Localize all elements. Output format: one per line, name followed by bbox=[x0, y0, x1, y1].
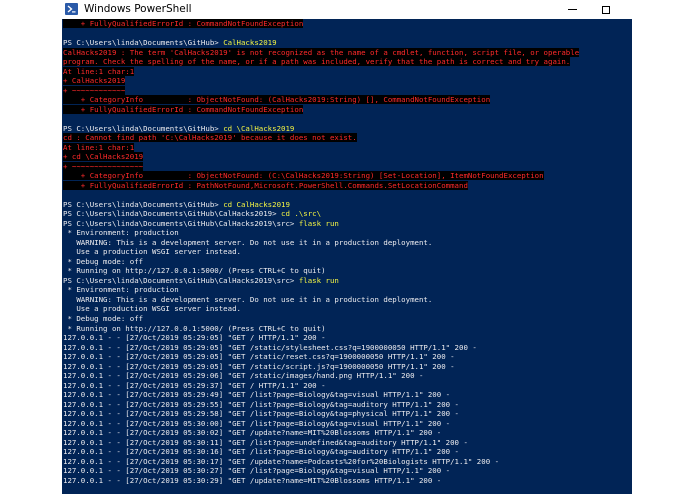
error-text: program. Check the spelling of the name,… bbox=[63, 57, 571, 67]
prompt-path: PS C:\Users\linda\Documents\GitHub\CalHa… bbox=[63, 218, 299, 228]
prompt-line: PS C:\Users\linda\Documents\GitHub\CalHa… bbox=[63, 209, 631, 219]
prompt-line: PS C:\Users\linda\Documents\GitHub> CalH… bbox=[63, 38, 631, 48]
error-line: + CategoryInfo : ObjectNotFound: (CalHac… bbox=[63, 95, 631, 105]
output-line: WARNING: This is a development server. D… bbox=[63, 294, 433, 304]
title-bar[interactable]: Windows PowerShell bbox=[0, 0, 695, 19]
output-line: 127.0.0.1 - - [27/Oct/2019 05:29:49] "GE… bbox=[63, 390, 451, 400]
output-line: 127.0.0.1 - - [27/Oct/2019 05:29:05] "GE… bbox=[63, 333, 326, 343]
maximize-button[interactable] bbox=[590, 0, 622, 19]
output-line: 127.0.0.1 - - [27/Oct/2019 05:30:17] "GE… bbox=[63, 456, 500, 466]
powershell-icon bbox=[65, 3, 78, 15]
error-text: + FullyQualifiedErrorId : CommandNotFoun… bbox=[63, 104, 304, 114]
command-text: CalHacks2019 bbox=[223, 38, 277, 48]
output-line: 127.0.0.1 - - [27/Oct/2019 05:29:58] "GE… bbox=[63, 409, 460, 419]
error-line: CalHacks2019 : The term 'CalHacks2019' i… bbox=[63, 47, 631, 58]
error-text: + CategoryInfo : ObjectNotFound: (CalHac… bbox=[63, 95, 491, 105]
error-text: At line:1 char:1 bbox=[63, 142, 135, 152]
error-line: + CalHacks2019 bbox=[63, 76, 631, 86]
console-output[interactable]: + FullyQualifiedErrorId : CommandNotFoun… bbox=[62, 19, 632, 494]
prompt-path: PS C:\Users\linda\Documents\GitHub> bbox=[63, 123, 224, 133]
error-line: program. Check the spelling of the name,… bbox=[63, 57, 631, 67]
error-text: + FullyQualifiedErrorId : PathNotFound,M… bbox=[63, 180, 468, 190]
console-lines: + FullyQualifiedErrorId : CommandNotFoun… bbox=[63, 19, 631, 485]
command-text: cd \CalHacks2019 bbox=[223, 123, 295, 133]
output-line: * Debug mode: off bbox=[63, 313, 144, 323]
error-text: + CategoryInfo : ObjectNotFound: (C:\Cal… bbox=[63, 171, 544, 181]
error-text: CalHacks2019 : The term 'CalHacks2019' i… bbox=[63, 47, 580, 57]
output-line: * Running on http://127.0.0.1:5000/ (Pre… bbox=[63, 323, 326, 333]
prompt-path: PS C:\Users\linda\Documents\GitHub\CalHa… bbox=[63, 209, 282, 219]
output-line: 127.0.0.1 - - [27/Oct/2019 05:29:05] "GE… bbox=[63, 361, 455, 371]
prompt-path: PS C:\Users\linda\Documents\GitHub> bbox=[63, 38, 224, 48]
error-line: + FullyQualifiedErrorId : PathNotFound,M… bbox=[63, 180, 631, 191]
window-title: Windows PowerShell bbox=[84, 3, 192, 15]
error-text: + ~~~~~~~~~~~~ bbox=[63, 85, 126, 95]
error-line: cd : Cannot find path 'C:\CalHacks2019' … bbox=[63, 133, 631, 143]
output-line: * Running on http://127.0.0.1:5000/ (Pre… bbox=[63, 266, 326, 276]
prompt-path: PS C:\Users\linda\Documents\GitHub\CalHa… bbox=[63, 275, 299, 285]
command-text: flask run bbox=[298, 218, 339, 228]
output-line: 127.0.0.1 - - [27/Oct/2019 05:30:00] "GE… bbox=[63, 418, 451, 428]
output-line: 127.0.0.1 - - [27/Oct/2019 05:30:16] "GE… bbox=[63, 447, 460, 457]
error-text: At line:1 char:1 bbox=[63, 66, 135, 76]
output-line: * Environment: production bbox=[63, 285, 179, 295]
command-text: cd CalHacks2019 bbox=[223, 199, 290, 209]
output-line: * Environment: production bbox=[63, 228, 179, 238]
error-text: cd : Cannot find path 'C:\CalHacks2019' … bbox=[63, 133, 357, 143]
prompt-line: PS C:\Users\linda\Documents\GitHub> cd C… bbox=[63, 200, 631, 210]
command-text: cd .\src\ bbox=[281, 209, 322, 219]
output-line: 127.0.0.1 - - [27/Oct/2019 05:29:05] "GE… bbox=[63, 342, 477, 352]
error-text: + FullyQualifiedErrorId : CommandNotFoun… bbox=[63, 19, 304, 28]
minimize-icon bbox=[567, 9, 577, 10]
output-line: 127.0.0.1 - - [27/Oct/2019 05:30:11] "GE… bbox=[63, 437, 468, 447]
prompt-line: PS C:\Users\linda\Documents\GitHub> cd \… bbox=[63, 124, 631, 134]
command-text: flask run bbox=[298, 275, 339, 285]
error-text: + ~~~~~~~~~~~~~~~~ bbox=[63, 161, 144, 171]
error-line: + ~~~~~~~~~~~~ bbox=[63, 85, 631, 96]
output-line: Use a production WSGI server instead. bbox=[63, 247, 241, 257]
error-line: + FullyQualifiedErrorId : CommandNotFoun… bbox=[63, 19, 631, 29]
output-line: 127.0.0.1 - - [27/Oct/2019 05:30:27] "GE… bbox=[63, 466, 451, 476]
output-line: 127.0.0.1 - - [27/Oct/2019 05:30:02] "GE… bbox=[63, 428, 442, 438]
error-line: + CategoryInfo : ObjectNotFound: (C:\Cal… bbox=[63, 171, 631, 181]
output-line: Use a production WSGI server instead. bbox=[63, 304, 241, 314]
error-line: + cd \CalHacks2019 bbox=[63, 152, 631, 162]
output-line: 127.0.0.1 - - [27/Oct/2019 05:30:29] "GE… bbox=[63, 475, 442, 485]
output-line: 127.0.0.1 - - [27/Oct/2019 05:29:55] "GE… bbox=[63, 399, 460, 409]
output-line: 127.0.0.1 - - [27/Oct/2019 05:29:37] "GE… bbox=[63, 380, 326, 390]
prompt-path: PS C:\Users\linda\Documents\GitHub> bbox=[63, 199, 224, 209]
error-line: + FullyQualifiedErrorId : CommandNotFoun… bbox=[63, 104, 631, 115]
output-line: * Debug mode: off bbox=[63, 256, 144, 266]
minimize-button[interactable] bbox=[556, 0, 588, 19]
output-line: WARNING: This is a development server. D… bbox=[63, 237, 433, 247]
error-line: At line:1 char:1 bbox=[63, 142, 631, 153]
maximize-icon bbox=[602, 5, 610, 14]
error-text: + CalHacks2019 bbox=[63, 76, 126, 86]
error-line: At line:1 char:1 bbox=[63, 66, 631, 77]
prompt-line: PS C:\Users\linda\Documents\GitHub\CalHa… bbox=[63, 276, 631, 286]
output-line: 127.0.0.1 - - [27/Oct/2019 05:29:05] "GE… bbox=[63, 352, 455, 362]
prompt-line: PS C:\Users\linda\Documents\GitHub\CalHa… bbox=[63, 219, 631, 229]
error-text: + cd \CalHacks2019 bbox=[63, 152, 144, 162]
output-line: 127.0.0.1 - - [27/Oct/2019 05:29:06] "GE… bbox=[63, 371, 424, 381]
error-line: + ~~~~~~~~~~~~~~~~ bbox=[63, 161, 631, 172]
